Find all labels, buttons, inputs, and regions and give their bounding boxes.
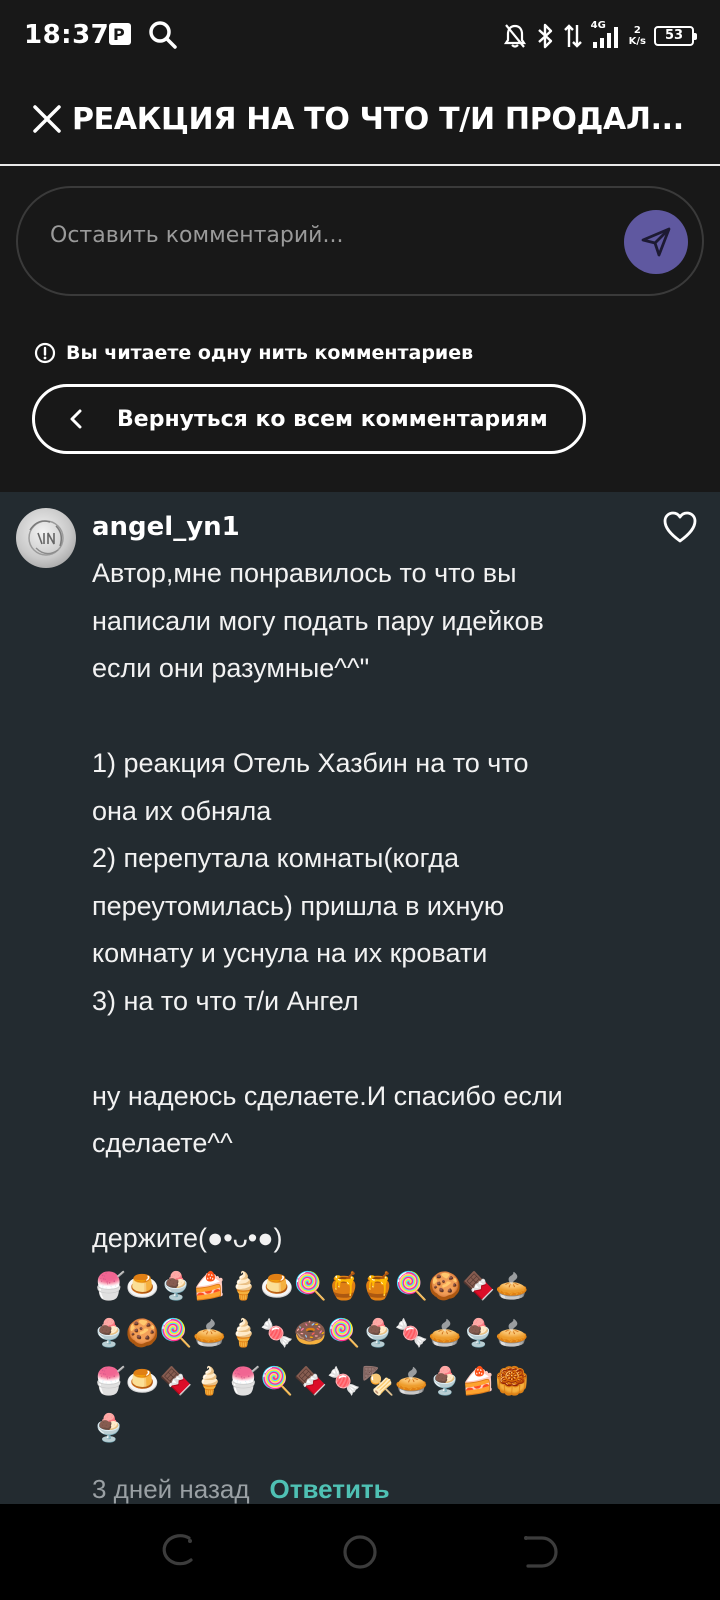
status-icons: 4G 2 K/s 53 [503, 18, 697, 54]
chevron-left-icon [70, 409, 82, 429]
thread-notice-text: Вы читаете одну нить комментариев [66, 342, 474, 364]
back-icon[interactable] [518, 1530, 562, 1574]
page-title: РЕАКЦИЯ НА ТО ЧТО Т/И ПРОДАЛ... [72, 102, 684, 137]
comment-input[interactable] [48, 222, 592, 249]
search-icon [149, 21, 177, 49]
info-icon [34, 342, 56, 364]
home-icon[interactable] [338, 1530, 382, 1574]
comment-meta: 3 дней назад Ответить [92, 1474, 390, 1504]
comment-composer [16, 186, 704, 296]
battery-indicator: 53 [654, 26, 697, 46]
thread-notice: Вы читаете одну нить комментариев [34, 342, 473, 364]
data-transfer-icon [563, 24, 582, 48]
recent-apps-icon[interactable] [158, 1530, 202, 1574]
signal-bars-icon [592, 27, 618, 48]
send-icon [641, 227, 671, 257]
comment-username[interactable]: angel_yn1 [92, 512, 240, 542]
battery-level: 53 [664, 28, 684, 43]
heart-icon[interactable] [662, 510, 698, 544]
status-bar: 18:37 P 4G 2 K/s 53 [0, 0, 720, 72]
parking-app-icon: P [109, 23, 131, 45]
avatar[interactable] [16, 508, 76, 568]
comment-timestamp: 3 дней назад [92, 1474, 250, 1504]
signal-strength: 4G [591, 20, 621, 50]
back-button-label: Вернуться ко всем комментариям [117, 406, 548, 432]
app-header: РЕАКЦИЯ НА ТО ЧТО Т/И ПРОДАЛ... [0, 72, 720, 166]
comment-controls: Вы читаете одну нить комментариев Вернут… [0, 166, 720, 492]
network-speed: 2 K/s [629, 25, 646, 47]
avatar-image [28, 520, 64, 556]
send-button[interactable] [624, 210, 688, 274]
status-time: 18:37 [24, 20, 110, 50]
back-to-all-comments-button[interactable]: Вернуться ко всем комментариям [32, 384, 586, 454]
svg-text:P: P [113, 25, 125, 44]
system-navigation-bar [0, 1504, 720, 1600]
bluetooth-icon [537, 23, 552, 49]
comment-thread: angel_yn1 Автор,мне понравилось то что в… [0, 492, 720, 1504]
comment-body: Автор,мне понравилось то что вы написали… [92, 558, 563, 1443]
network-speed-value: 2 [633, 25, 641, 36]
close-icon[interactable] [30, 102, 64, 136]
network-speed-unit: K/s [628, 36, 646, 47]
notifications-off-icon [503, 24, 526, 48]
reply-button[interactable]: Ответить [270, 1474, 390, 1504]
